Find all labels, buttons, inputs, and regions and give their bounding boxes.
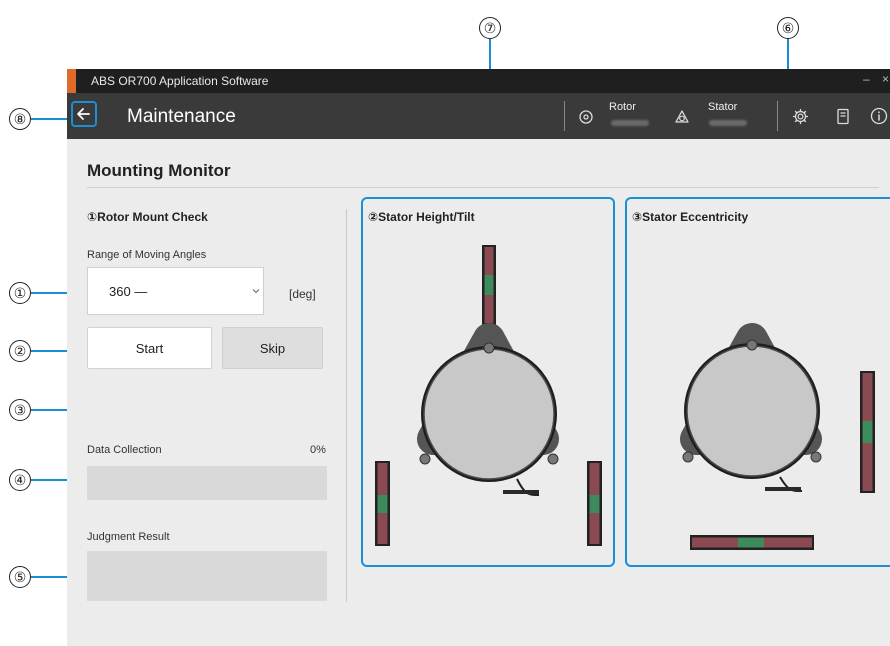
window-title: ABS OR700 Application Software <box>91 74 269 88</box>
callout-8-line <box>31 118 67 120</box>
rotor-icon <box>579 110 593 124</box>
stator-body <box>417 323 559 496</box>
app-window: ABS OR700 Application Software – × Maint… <box>67 69 890 646</box>
stator-height-tilt-diagram <box>375 245 602 546</box>
chevron-down-icon <box>252 289 260 294</box>
callout-1: ① <box>9 282 31 304</box>
stator-label: Stator <box>708 101 738 113</box>
callout-5: ⑤ <box>9 566 31 588</box>
page-title: Maintenance <box>127 106 236 127</box>
callout-7: ⑦ <box>479 17 501 39</box>
title-bar: ABS OR700 Application Software – × <box>67 69 890 93</box>
manual-book-icon[interactable] <box>836 108 850 125</box>
range-label: Range of Moving Angles <box>87 249 207 261</box>
back-button[interactable] <box>71 101 97 127</box>
column-divider <box>346 209 347 602</box>
callout-2: ② <box>9 340 31 362</box>
stator-eccentricity-title: ③Stator Eccentricity <box>632 210 749 224</box>
range-select-value: 360 — <box>109 284 148 299</box>
height-gauge-left <box>375 461 390 546</box>
height-gauge-top <box>482 245 496 325</box>
app-accent-strip <box>67 69 76 93</box>
close-button[interactable]: × <box>882 72 889 86</box>
header-divider-2 <box>777 101 778 131</box>
height-gauge-right <box>587 461 602 546</box>
eccentricity-gauge-vertical <box>860 371 875 493</box>
stator-eccentricity-diagram <box>680 323 875 550</box>
range-select[interactable]: 360 — <box>87 267 264 315</box>
minimize-button[interactable]: – <box>863 72 870 86</box>
header-divider <box>564 101 565 131</box>
callout-8: ⑧ <box>9 108 31 130</box>
skip-button[interactable]: Skip <box>222 327 323 369</box>
data-collection-progress-bar <box>87 466 327 500</box>
data-collection-label: Data Collection <box>87 444 162 456</box>
header-bar: Maintenance Rotor Stator <box>67 93 890 139</box>
callout-4: ④ <box>9 469 31 491</box>
rotor-label: Rotor <box>609 101 636 113</box>
stator-height-tilt-title: ②Stator Height/Tilt <box>368 210 475 224</box>
info-icon[interactable] <box>870 107 888 125</box>
section-title: Mounting Monitor <box>87 161 231 180</box>
rotor-serial-redacted <box>611 120 649 126</box>
eccentricity-stator-body <box>680 323 822 492</box>
eccentricity-gauge-horizontal <box>690 535 814 550</box>
callout-3: ③ <box>9 399 31 421</box>
section-divider <box>87 187 879 188</box>
range-unit: [deg] <box>289 287 316 301</box>
judgment-result-box <box>87 551 327 601</box>
back-arrow-icon <box>77 108 90 120</box>
callout-6: ⑥ <box>777 17 799 39</box>
stator-serial-redacted <box>709 120 747 126</box>
settings-gear-icon[interactable] <box>792 108 809 125</box>
rotor-mount-check-title: ①Rotor Mount Check <box>87 210 208 224</box>
data-collection-percent: 0% <box>310 444 326 456</box>
judgment-result-label: Judgment Result <box>87 531 170 543</box>
stator-icon <box>675 110 689 123</box>
start-button[interactable]: Start <box>87 327 212 369</box>
